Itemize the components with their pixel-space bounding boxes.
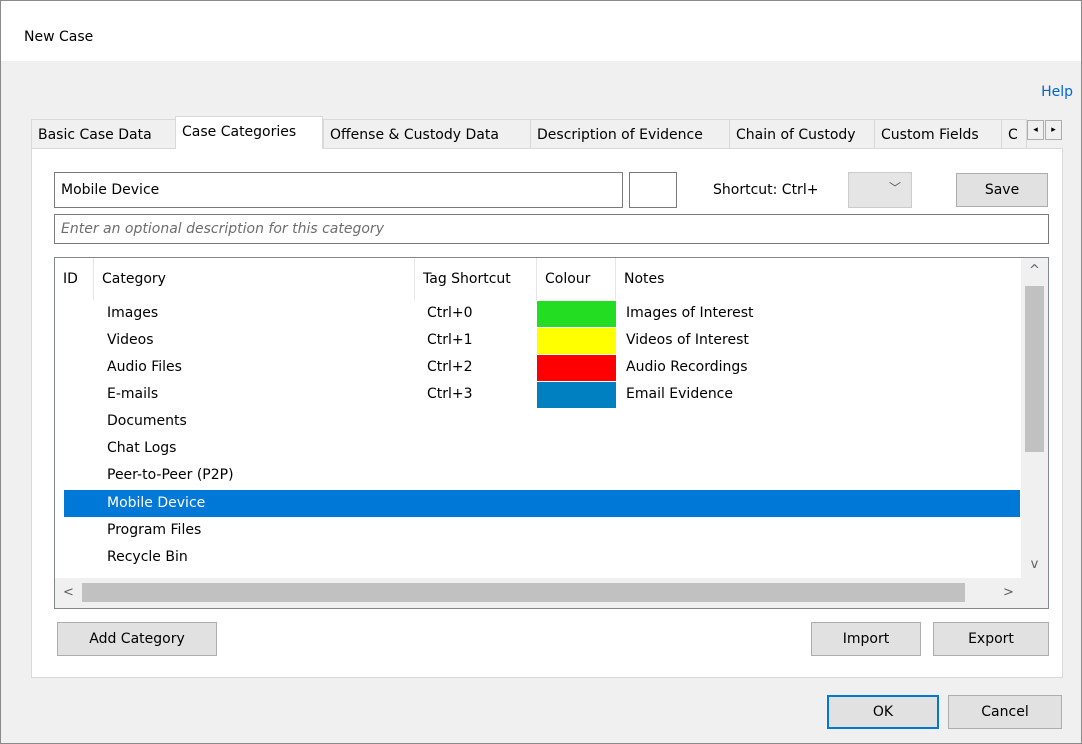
tab-basic-case-data[interactable]: Basic Case Data (31, 119, 176, 149)
tab-scroll-right-icon[interactable]: ▸ (1045, 120, 1062, 140)
colour-picker-box[interactable] (629, 172, 677, 208)
shortcut-cell: Ctrl+1 (427, 332, 473, 348)
shortcut-cell: Ctrl+2 (427, 359, 473, 375)
column-header-tag-shortcut[interactable]: Tag Shortcut (415, 258, 537, 300)
scroll-left-icon[interactable]: < (55, 578, 82, 608)
vertical-scroll-thumb[interactable] (1025, 286, 1044, 452)
colour-swatch (537, 382, 616, 408)
category-cell: Images (107, 305, 159, 321)
shortcut-dropdown[interactable]: ﹀ (848, 172, 912, 208)
table-row[interactable]: Recycle Bin (64, 544, 1020, 571)
table-row[interactable]: Images Ctrl+0 Images of Interest (64, 300, 1020, 327)
tab-chain-of-custody[interactable]: Chain of Custody (729, 119, 875, 149)
tab-strip: Basic Case Data Case Categories Offense … (31, 116, 1063, 149)
description-input[interactable]: Enter an optional description for this c… (54, 214, 1049, 244)
category-cell: Recycle Bin (107, 549, 188, 565)
column-header-colour[interactable]: Colour (537, 258, 616, 300)
shortcut-cell: Ctrl+3 (427, 386, 473, 402)
category-cell: Program Files (107, 522, 202, 538)
category-cell: Chat Logs (107, 440, 177, 456)
tab-description-of-evidence[interactable]: Description of Evidence (530, 119, 730, 149)
horizontal-scrollbar[interactable]: < > (55, 578, 1048, 608)
help-link[interactable]: Help (1041, 84, 1073, 100)
tab-overflow[interactable]: C (1001, 119, 1027, 149)
table-row[interactable]: Audio Files Ctrl+2 Audio Recordings (64, 354, 1020, 381)
save-button[interactable]: Save (956, 173, 1048, 207)
import-button[interactable]: Import (811, 622, 921, 656)
table-row[interactable]: Chat Logs (64, 435, 1020, 462)
dialog-title: New Case (24, 29, 94, 45)
new-case-dialog: New Case Help Basic Case Data Case Categ… (0, 0, 1082, 744)
colour-swatch (537, 328, 616, 354)
export-button[interactable]: Export (933, 622, 1049, 656)
category-cell: Mobile Device (107, 495, 206, 511)
ok-button[interactable]: OK (827, 695, 939, 729)
cancel-button[interactable]: Cancel (948, 695, 1062, 729)
tab-custom-fields[interactable]: Custom Fields (874, 119, 1002, 149)
colour-swatch (537, 301, 616, 327)
table-row-selected[interactable]: Mobile Device (64, 490, 1020, 517)
notes-cell: Videos of Interest (626, 332, 749, 348)
chevron-down-icon: ﹀ (888, 181, 901, 195)
category-cell: Audio Files (107, 359, 182, 375)
tab-offense-custody-data[interactable]: Offense & Custody Data (323, 119, 531, 149)
category-name-input[interactable]: Mobile Device (54, 172, 623, 208)
horizontal-scroll-thumb[interactable] (82, 583, 965, 602)
add-category-button[interactable]: Add Category (57, 622, 217, 656)
list-header: ID Category Tag Shortcut Colour Notes (55, 258, 1022, 300)
category-cell: Documents (107, 413, 187, 429)
table-row[interactable]: E-mails Ctrl+3 Email Evidence (64, 381, 1020, 408)
shortcut-label: Shortcut: Ctrl+ (713, 182, 819, 198)
category-cell: E-mails (107, 386, 159, 402)
title-bar: New Case (1, 1, 1081, 61)
vertical-scrollbar[interactable]: ^ v (1021, 258, 1048, 578)
category-list[interactable]: ID Category Tag Shortcut Colour Notes Im… (54, 257, 1049, 609)
tab-scroll-left-icon[interactable]: ◂ (1027, 120, 1044, 140)
scrollbar-corner (1021, 578, 1048, 608)
category-cell: Videos (107, 332, 154, 348)
table-row[interactable]: Peer-to-Peer (P2P) (64, 462, 1020, 489)
column-header-notes[interactable]: Notes (616, 258, 1022, 300)
colour-swatch (537, 355, 616, 381)
category-cell: Peer-to-Peer (P2P) (107, 467, 234, 483)
shortcut-cell: Ctrl+0 (427, 305, 473, 321)
notes-cell: Audio Recordings (626, 359, 748, 375)
scroll-right-icon[interactable]: > (995, 578, 1022, 608)
table-row[interactable]: Documents (64, 408, 1020, 435)
scroll-up-icon[interactable]: ^ (1021, 258, 1048, 284)
notes-cell: Images of Interest (626, 305, 754, 321)
column-header-id[interactable]: ID (55, 258, 94, 300)
table-row[interactable]: Program Files (64, 517, 1020, 544)
tab-case-categories[interactable]: Case Categories (175, 116, 323, 149)
table-row[interactable]: Videos Ctrl+1 Videos of Interest (64, 327, 1020, 354)
notes-cell: Email Evidence (626, 386, 733, 402)
scroll-down-icon[interactable]: v (1021, 552, 1048, 578)
column-header-category[interactable]: Category (94, 258, 415, 300)
